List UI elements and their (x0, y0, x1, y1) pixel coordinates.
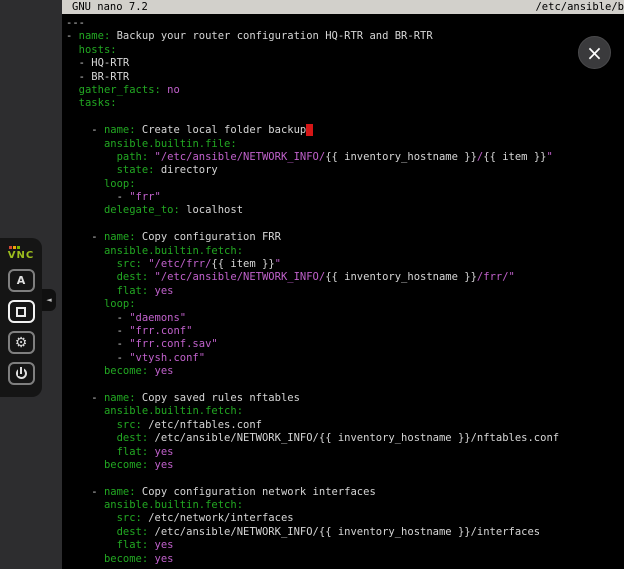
editor-line: - name: Backup your router configuration… (66, 30, 624, 43)
editor-line: delegate_to: localhost (66, 204, 624, 217)
editor-line (66, 218, 624, 231)
nano-file-path: /etc/ansible/b (535, 0, 624, 14)
editor-line (66, 111, 624, 124)
editor-line: - "frr.conf.sav" (66, 338, 624, 351)
editor-line: hosts: (66, 44, 624, 57)
editor-line: - "frr.conf" (66, 325, 624, 338)
settings-button[interactable]: ⚙ (8, 331, 35, 354)
editor-line: - HQ-RTR (66, 57, 624, 70)
editor-line: - "vtysh.conf" (66, 352, 624, 365)
close-icon: × (586, 43, 603, 63)
editor-line: - name: Copy configuration network inter… (66, 486, 624, 499)
gear-icon: ⚙ (15, 336, 28, 350)
editor-line: dest: /etc/ansible/NETWORK_INFO/{{ inven… (66, 526, 624, 539)
editor-line: flat: yes (66, 446, 624, 459)
editor-content: ---- name: Backup your router configurat… (62, 14, 624, 566)
fullscreen-button[interactable] (8, 300, 35, 323)
editor-line: flat: yes (66, 285, 624, 298)
power-icon (16, 368, 27, 379)
editor-line: - "frr" (66, 191, 624, 204)
editor-line: tasks: (66, 97, 624, 110)
editor-line: path: "/etc/ansible/NETWORK_INFO/{{ inve… (66, 151, 624, 164)
editor-line: dest: "/etc/ansible/NETWORK_INFO/{{ inve… (66, 271, 624, 284)
editor-line: become: yes (66, 459, 624, 472)
vnc-bar-handle[interactable]: ◄ (42, 289, 56, 311)
power-button[interactable] (8, 362, 35, 385)
editor-line: src: "/etc/frr/{{ item }}" (66, 258, 624, 271)
editor-line: dest: /etc/ansible/NETWORK_INFO/{{ inven… (66, 432, 624, 445)
vnc-button-group: A⚙ (8, 269, 35, 385)
editor-line: src: /etc/network/interfaces (66, 512, 624, 525)
editor-line: loop: (66, 298, 624, 311)
editor-line: loop: (66, 178, 624, 191)
editor-line: - name: Copy saved rules nftables (66, 392, 624, 405)
editor-line: - name: Copy configuration FRR (66, 231, 624, 244)
editor-line: ansible.builtin.fetch: (66, 245, 624, 258)
keyboard-button[interactable]: A (8, 269, 35, 292)
desktop-screen: VNC A⚙ ◄ GNU nano 7.2 /etc/ansible/b ---… (0, 0, 624, 569)
editor-line: flat: yes (66, 539, 624, 552)
close-button[interactable]: × (578, 36, 611, 69)
terminal-window[interactable]: GNU nano 7.2 /etc/ansible/b ---- name: B… (62, 0, 624, 569)
nano-titlebar: GNU nano 7.2 /etc/ansible/b (62, 0, 624, 14)
editor-line: - "daemons" (66, 312, 624, 325)
editor-line: gather_facts: no (66, 84, 624, 97)
vnc-logo: VNC (8, 246, 34, 261)
editor-line: src: /etc/nftables.conf (66, 419, 624, 432)
keyboard-icon: A (17, 275, 26, 286)
editor-line (66, 472, 624, 485)
editor-line: become: yes (66, 553, 624, 566)
editor-line: state: directory (66, 164, 624, 177)
collapse-arrow-icon: ◄ (46, 296, 51, 304)
editor-line: ansible.builtin.file: (66, 138, 624, 151)
vnc-control-bar: VNC A⚙ (0, 238, 42, 397)
nano-app-title: GNU nano 7.2 (72, 0, 148, 14)
editor-line: ansible.builtin.fetch: (66, 405, 624, 418)
editor-line: ansible.builtin.fetch: (66, 499, 624, 512)
vnc-logo-pixels (9, 246, 20, 249)
editor-line: become: yes (66, 365, 624, 378)
fullscreen-icon (16, 307, 26, 317)
editor-line: --- (66, 17, 624, 30)
editor-line (66, 379, 624, 392)
editor-line: - BR-RTR (66, 71, 624, 84)
vnc-logo-text: VNC (8, 251, 34, 261)
editor-line: - name: Create local folder backup (66, 124, 624, 137)
